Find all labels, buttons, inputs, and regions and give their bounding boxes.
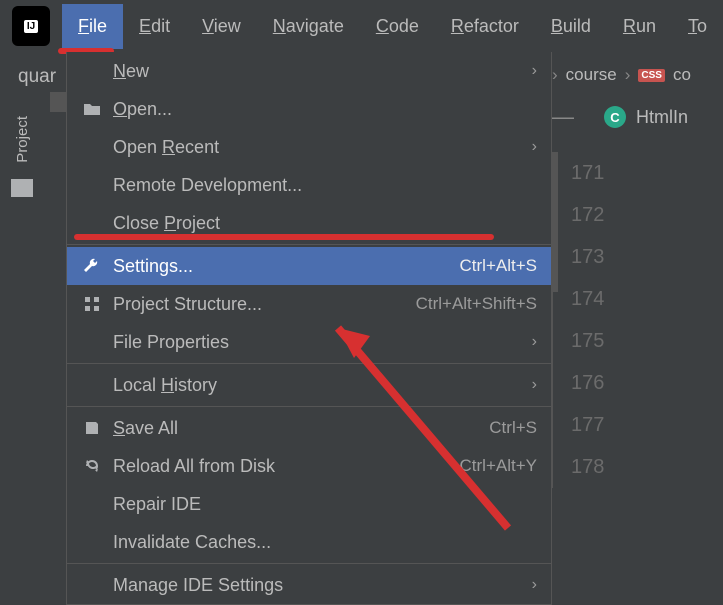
editor-tab[interactable]: HtmlIn <box>636 107 688 128</box>
gutter-line-number: 177 <box>571 404 723 446</box>
menu-item-manage-ide-settings[interactable]: Manage IDE Settings› <box>67 566 551 604</box>
chevron-right-icon: › <box>532 376 537 394</box>
app-icon: IJ <box>12 6 50 46</box>
save-icon <box>81 420 103 436</box>
annotation-underline-settings <box>74 234 494 240</box>
menu-separator <box>67 406 551 407</box>
menu-item-file-properties[interactable]: File Properties› <box>67 323 551 361</box>
menu-item-label: Settings... <box>113 256 460 277</box>
menu-item-invalidate-caches[interactable]: Invalidate Caches... <box>67 523 551 561</box>
css-badge-icon: CSS <box>638 69 665 82</box>
menu-item-project-structure[interactable]: Project Structure...Ctrl+Alt+Shift+S <box>67 285 551 323</box>
menu-item-local-history[interactable]: Local History› <box>67 366 551 404</box>
scrollbar-track[interactable] <box>553 152 558 292</box>
menu-item-open[interactable]: Open... <box>67 90 551 128</box>
menu-item-label: Close Project <box>113 213 537 234</box>
chevron-right-icon: › <box>532 138 537 156</box>
menu-code[interactable]: Code <box>360 4 435 49</box>
gutter-line-number: 172 <box>571 194 723 236</box>
chevron-right-icon: › <box>625 65 631 85</box>
menu-item-label: Reload All from Disk <box>113 456 460 477</box>
file-type-icon: C <box>604 106 626 128</box>
menu-shortcut: Ctrl+Alt+Y <box>460 456 537 476</box>
menu-item-save-all[interactable]: Save AllCtrl+S <box>67 409 551 447</box>
menu-shortcut: Ctrl+Alt+S <box>460 256 537 276</box>
menu-separator <box>67 563 551 564</box>
menu-view[interactable]: View <box>186 4 257 49</box>
menu-item-reload-all-from-disk[interactable]: Reload All from DiskCtrl+Alt+Y <box>67 447 551 485</box>
menu-build[interactable]: Build <box>535 4 607 49</box>
chevron-right-icon: › <box>532 333 537 351</box>
breadcrumb-item[interactable]: course <box>566 65 617 85</box>
menu-item-label: Local History <box>113 375 532 396</box>
menu-item-label: Open Recent <box>113 137 532 158</box>
project-rail-label: Project <box>14 116 31 163</box>
chevron-right-icon: › <box>532 62 537 80</box>
menu-item-label: Remote Development... <box>113 175 537 196</box>
menu-separator <box>67 244 551 245</box>
file-menu-dropdown: New›Open...Open Recent›Remote Developmen… <box>66 52 552 605</box>
menu-bar: IJ FileEditViewNavigateCodeRefactorBuild… <box>0 0 723 52</box>
menu-item-label: New <box>113 61 532 82</box>
gutter-line-number: 176 <box>571 362 723 404</box>
reload-icon <box>81 458 103 474</box>
folder-icon <box>11 179 33 197</box>
gutter-line-number: 173 <box>571 236 723 278</box>
menu-item-label: Open... <box>113 99 537 120</box>
menu-refactor[interactable]: Refactor <box>435 4 535 49</box>
gutter-line-number: 178 <box>571 446 723 488</box>
gutter-line-number: 174 <box>571 278 723 320</box>
menu-shortcut: Ctrl+S <box>489 418 537 438</box>
gutter-line-number: 175 <box>571 320 723 362</box>
chevron-right-icon: › <box>552 65 558 85</box>
menu-run[interactable]: Run <box>607 4 672 49</box>
gutter-line-number: 171 <box>571 152 723 194</box>
folder-icon <box>81 102 103 116</box>
menu-item-open-recent[interactable]: Open Recent› <box>67 128 551 166</box>
minimize-icon[interactable]: — <box>552 104 574 130</box>
menu-item-label: Repair IDE <box>113 494 537 515</box>
breadcrumb-item[interactable]: co <box>673 65 691 85</box>
menu-item-label: Project Structure... <box>113 294 416 315</box>
menu-navigate[interactable]: Navigate <box>257 4 360 49</box>
menu-item-label: Manage IDE Settings <box>113 575 532 596</box>
chevron-right-icon: › <box>532 576 537 594</box>
editor-gutter: 171172173174175176177178 <box>552 152 723 488</box>
menu-separator <box>67 363 551 364</box>
app-icon-label: IJ <box>24 20 38 33</box>
menu-item-repair-ide[interactable]: Repair IDE <box>67 485 551 523</box>
project-tool-rail[interactable]: Project <box>0 90 44 574</box>
menu-shortcut: Ctrl+Alt+Shift+S <box>416 294 537 314</box>
menu-item-label: File Properties <box>113 332 532 353</box>
editor-area: › course › CSS co — C HtmlIn 17117217317… <box>552 56 723 488</box>
menu-item-new[interactable]: New› <box>67 52 551 90</box>
structure-icon <box>81 296 103 312</box>
menu-item-settings[interactable]: Settings...Ctrl+Alt+S <box>67 247 551 285</box>
menu-file[interactable]: File <box>62 4 123 49</box>
editor-tabs: — C HtmlIn <box>552 100 723 134</box>
wrench-icon <box>81 257 103 275</box>
menu-to[interactable]: To <box>672 4 723 49</box>
menu-edit[interactable]: Edit <box>123 4 186 49</box>
menu-item-label: Invalidate Caches... <box>113 532 537 553</box>
breadcrumbs[interactable]: › course › CSS co <box>552 56 723 94</box>
menu-item-label: Save All <box>113 418 489 439</box>
menu-item-remote-development[interactable]: Remote Development... <box>67 166 551 204</box>
